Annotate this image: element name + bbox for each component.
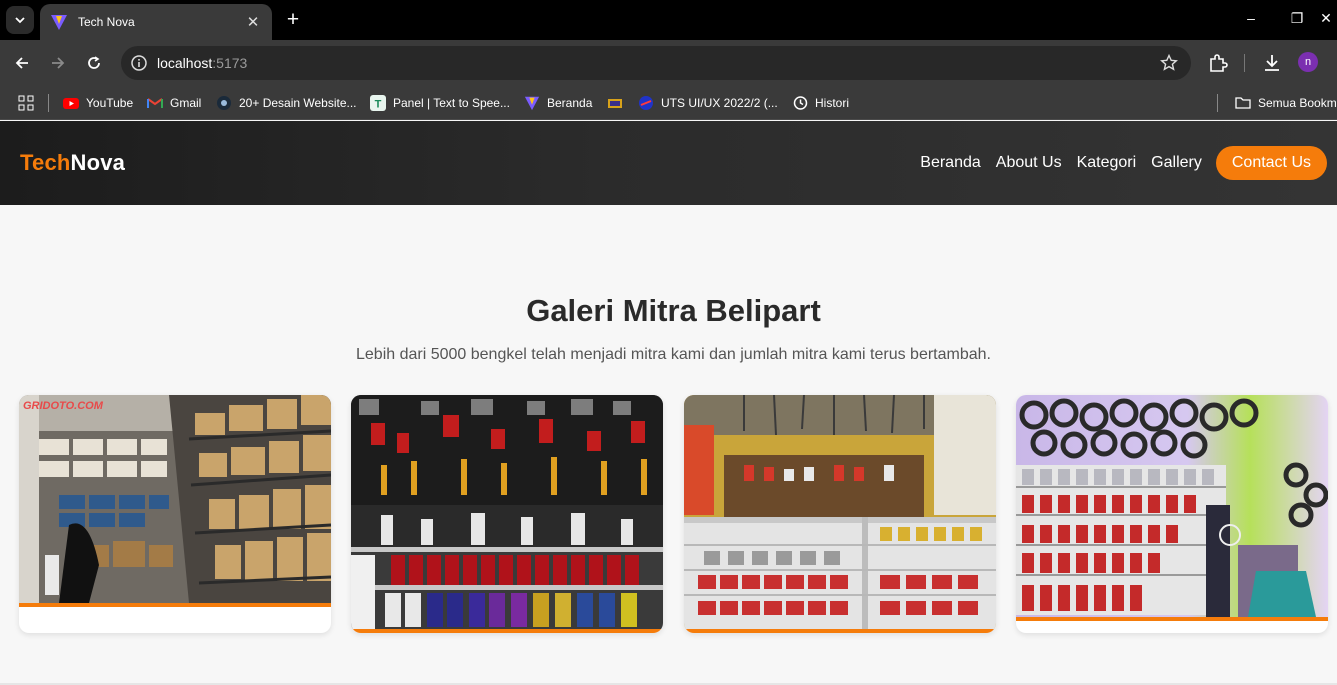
- bookmark-gmail[interactable]: Gmail: [147, 94, 201, 112]
- bookmark-unnamed[interactable]: [607, 94, 630, 112]
- address-bar[interactable]: localhost:5173: [121, 46, 1191, 80]
- browser-tab-bar: Tech Nova ✕ + – ❐ ✕: [0, 0, 1337, 40]
- bookmark-beranda[interactable]: Beranda: [524, 94, 592, 112]
- site-logo[interactable]: TechNova: [20, 150, 125, 176]
- bookmark-label: Panel | Text to Spee...: [393, 96, 510, 110]
- back-icon[interactable]: [10, 51, 34, 75]
- url-host: localhost: [157, 55, 213, 71]
- bookmark-star-icon[interactable]: [1159, 53, 1179, 73]
- gmail-icon: [147, 98, 163, 108]
- extensions-icon[interactable]: [1207, 52, 1229, 74]
- history-icon: [793, 96, 808, 110]
- site-info-icon[interactable]: [129, 53, 149, 73]
- bookmark-youtube[interactable]: YouTube: [63, 94, 133, 112]
- tab-title: Tech Nova: [78, 15, 135, 29]
- bookmark-panel-tts[interactable]: T Panel | Text to Spee...: [370, 94, 510, 112]
- gallery-card[interactable]: GRIDOTO.COM: [19, 395, 331, 633]
- forward-icon[interactable]: [46, 51, 70, 75]
- bookmark-label: Beranda: [547, 96, 593, 110]
- site-favicon-icon: [217, 96, 231, 110]
- youtube-icon: [63, 98, 79, 109]
- contact-us-button[interactable]: Contact Us: [1215, 146, 1327, 180]
- partner-photo-oil-wall: [351, 395, 663, 633]
- bookmark-label: Gmail: [170, 96, 202, 110]
- gallery-card[interactable]: [684, 395, 996, 633]
- logo-part-nova: Nova: [70, 150, 126, 175]
- restore-icon[interactable]: ❐: [1289, 10, 1305, 30]
- vite-favicon-icon: [524, 96, 540, 111]
- reload-icon[interactable]: [82, 51, 106, 75]
- folder-icon: [1235, 97, 1251, 109]
- bookmark-divider: [48, 94, 49, 112]
- tab-list-button[interactable]: [6, 6, 34, 34]
- bookmarks-bar: YouTube Gmail 20+ Desain Website... T Pa…: [0, 86, 1337, 120]
- nav-gallery[interactable]: Gallery: [1151, 154, 1202, 172]
- main-nav: Beranda About Us Kategori Gallery Contac…: [905, 146, 1327, 180]
- bookmark-label: 20+ Desain Website...: [239, 96, 357, 110]
- folder-favicon-icon: [608, 99, 622, 108]
- bookmark-label: UTS UI/UX 2022/2 (...: [661, 96, 778, 110]
- partner-photo-warehouse: GRIDOTO.COM: [19, 395, 331, 607]
- partner-photo-wheels: [1016, 395, 1328, 621]
- panel-favicon-icon: T: [370, 95, 386, 111]
- partner-photo-counter: [684, 395, 996, 633]
- browser-tab-active[interactable]: Tech Nova ✕: [40, 4, 272, 40]
- gallery-title: Galeri Mitra Belipart: [526, 293, 821, 328]
- bookmark-all-folder[interactable]: Semua Bookmark: [1235, 94, 1337, 112]
- new-tab-icon[interactable]: +: [283, 8, 303, 32]
- bookmark-label: Histori: [815, 96, 850, 110]
- apps-grid-icon[interactable]: [18, 94, 34, 112]
- gallery-card[interactable]: [351, 395, 663, 633]
- vite-favicon-icon: [51, 15, 67, 30]
- bookmark-histori[interactable]: Histori: [792, 94, 849, 112]
- nav-about-us[interactable]: About Us: [996, 154, 1062, 172]
- minimize-icon[interactable]: –: [1243, 10, 1259, 30]
- close-window-icon[interactable]: ✕: [1318, 10, 1334, 30]
- bookmark-label: Semua Bookmark: [1258, 96, 1337, 110]
- profile-avatar[interactable]: n: [1298, 52, 1318, 72]
- photo-watermark: GRIDOTO.COM: [23, 400, 104, 412]
- nav-beranda[interactable]: Beranda: [920, 154, 981, 172]
- url-port: :5173: [212, 55, 248, 71]
- url-text[interactable]: localhost:5173: [157, 55, 247, 71]
- nav-kategori[interactable]: Kategori: [1077, 154, 1137, 172]
- svg-text:T: T: [375, 99, 382, 111]
- bookmark-label: YouTube: [86, 96, 134, 110]
- gallery-card[interactable]: [1016, 395, 1328, 633]
- download-icon[interactable]: [1261, 52, 1283, 74]
- logo-part-tech: Tech: [20, 150, 71, 175]
- toolbar-divider: [1244, 54, 1245, 72]
- gallery-subtitle: Lebih dari 5000 bengkel telah menjadi mi…: [356, 346, 991, 363]
- bookmark-desain-website[interactable]: 20+ Desain Website...: [216, 94, 357, 112]
- bookmark-uts-uiux[interactable]: UTS UI/UX 2022/2 (...: [638, 94, 778, 112]
- browser-toolbar: localhost:5173 n: [0, 40, 1337, 86]
- bookmark-divider: [1217, 94, 1218, 112]
- chevron-down-icon: [15, 17, 25, 24]
- site-header: TechNova Beranda About Us Kategori Galle…: [0, 121, 1337, 205]
- tab-close-icon[interactable]: ✕: [244, 13, 262, 31]
- uts-favicon-icon: [639, 96, 653, 110]
